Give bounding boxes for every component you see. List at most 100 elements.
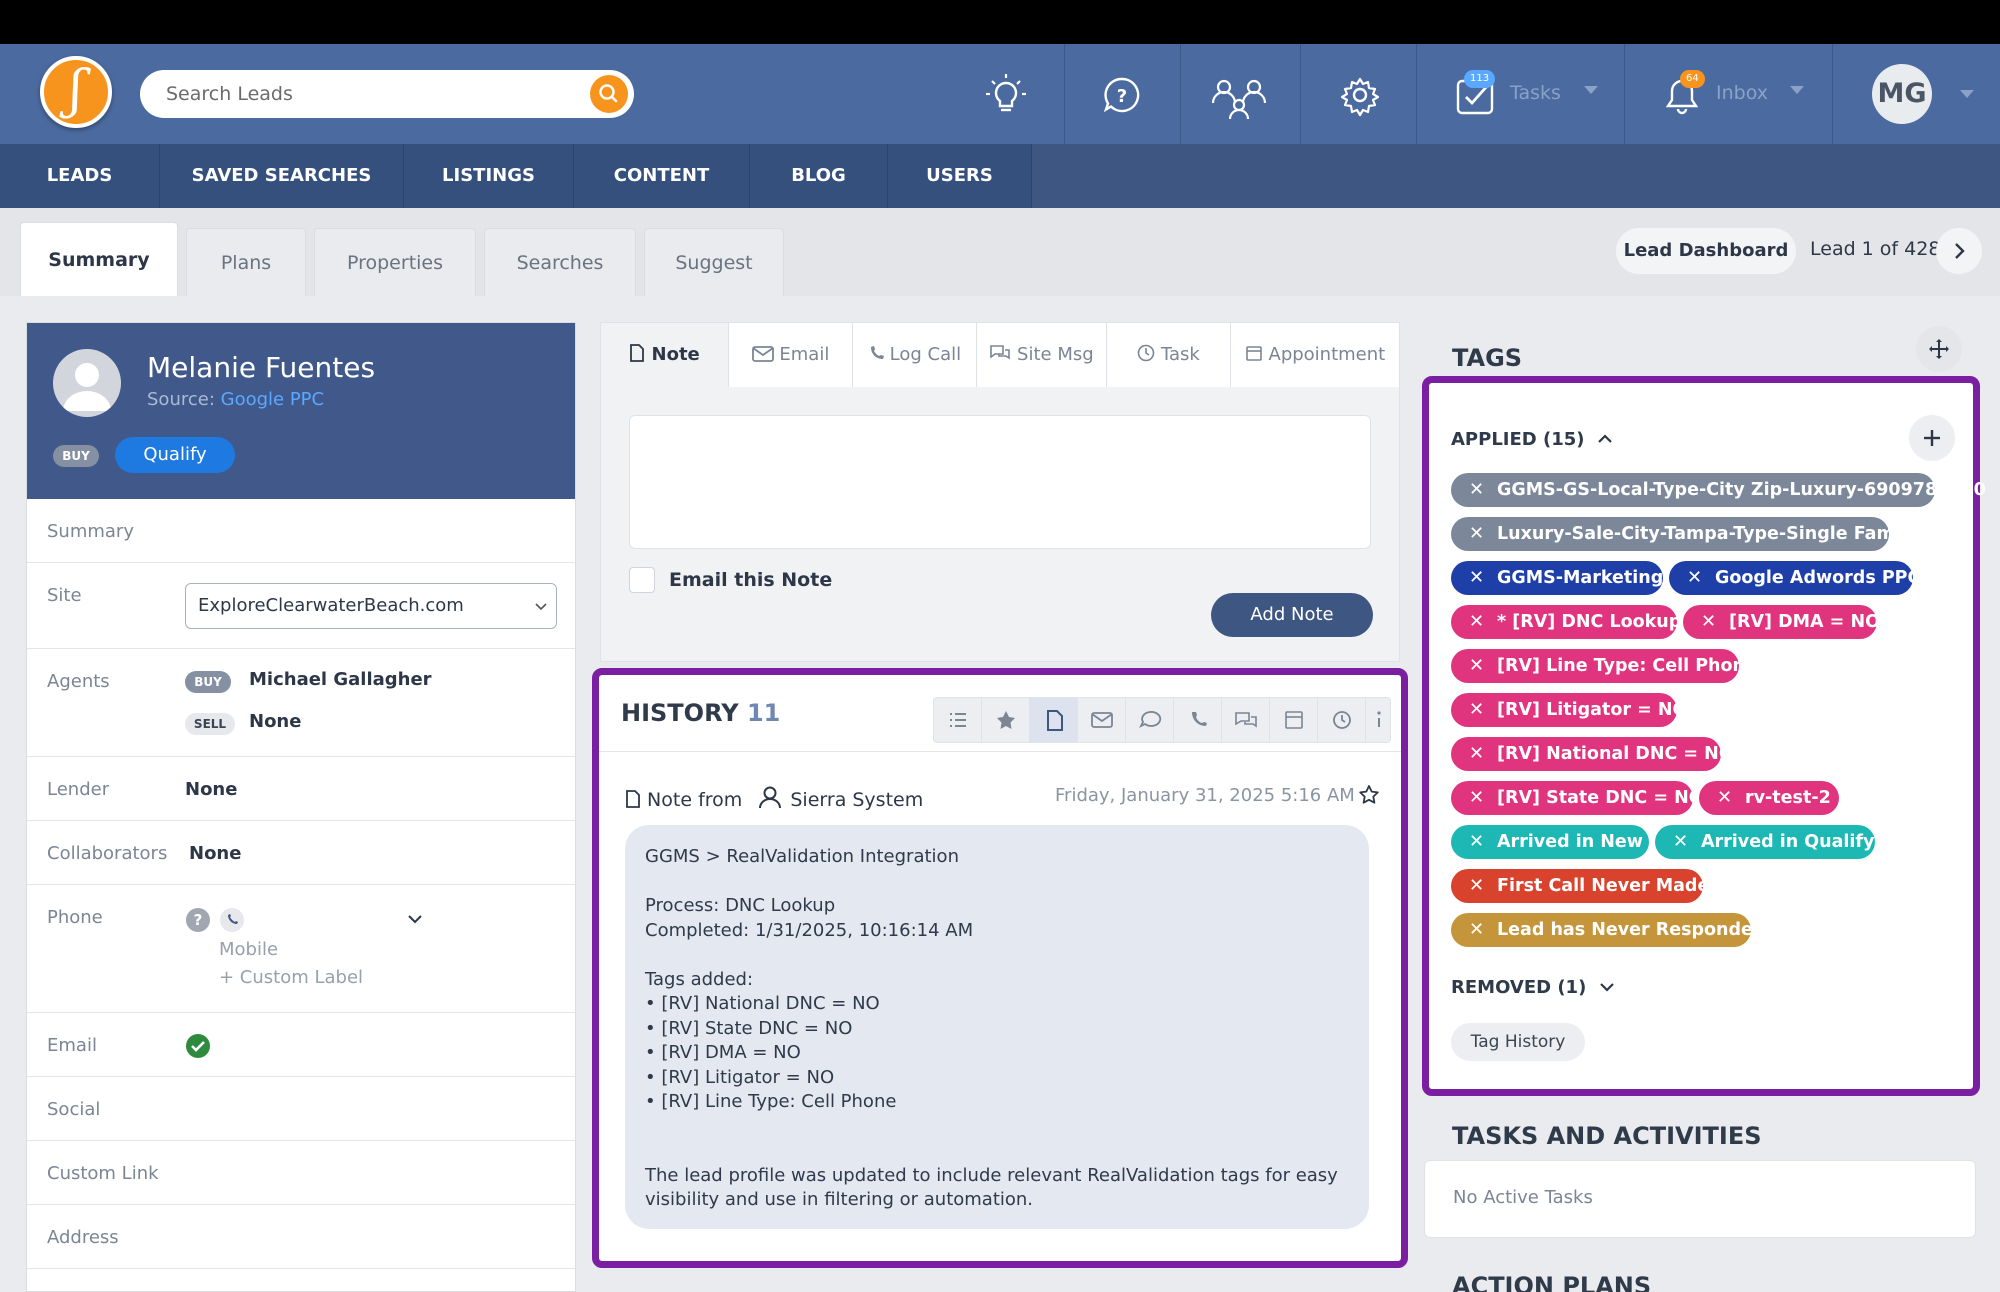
tab-note-label: Note [651,344,700,365]
tag-chip[interactable]: ✕ GGMS-GS-Local-Type-City Zip-Luxury-6909… [1451,473,1986,507]
lead-source: Source: Google PPC [147,389,325,410]
tab-properties[interactable]: Properties [314,228,476,296]
custom-label-link[interactable]: + Custom Label [219,967,363,988]
tag-chip[interactable]: ✕ [RV] State DNC = NO [1451,781,1704,815]
email-note-checkbox[interactable] [629,567,655,593]
tab-appointment[interactable]: Appointment [1231,323,1399,387]
lead-source-link[interactable]: Google PPC [221,389,324,410]
tab-searches[interactable]: Searches [484,228,636,296]
email-filter-icon[interactable] [1078,698,1126,742]
tag-chip[interactable]: ✕ Arrived in Qualify [1655,825,1875,859]
tag-chip[interactable]: ✕ rv-test-2 [1699,781,1839,815]
nav-users[interactable]: USERS [888,144,1032,208]
next-lead-button[interactable] [1936,228,1982,274]
remove-tag-icon[interactable]: ✕ [1469,913,1484,947]
tab-task[interactable]: Task [1107,323,1231,387]
nav-leads[interactable]: LEADS [0,144,160,208]
remove-tag-icon[interactable]: ✕ [1469,649,1484,683]
add-tag-button[interactable] [1909,415,1955,461]
lender-value[interactable]: None [185,779,237,800]
team-icon[interactable] [1208,69,1272,121]
remove-tag-icon[interactable]: ✕ [1701,605,1716,639]
nav-listings[interactable]: LISTINGS [404,144,574,208]
note-textarea[interactable] [629,415,1371,549]
removed-toggle[interactable]: REMOVED (1) [1451,977,1615,998]
tag-chip[interactable]: ✕ [RV] National DNC = NO [1451,737,1734,771]
tag-chip[interactable]: ✕ GGMS-Marketing [1451,561,1663,595]
tag-chip[interactable]: ✕ Google Adwords PPC [1669,561,1920,595]
remove-tag-icon[interactable]: ✕ [1469,825,1484,859]
info-icon[interactable] [1366,698,1392,742]
tag-chip[interactable]: ✕ * [RV] DNC Lookup [1451,605,1681,639]
tab-summary[interactable]: Summary [20,222,178,296]
nav-content[interactable]: CONTENT [574,144,750,208]
tab-suggest[interactable]: Suggest [644,228,784,296]
tag-chip[interactable]: ✕ [RV] Line Type: Cell Phone [1451,649,1757,683]
phone-icon[interactable] [219,907,245,933]
tag-chip[interactable]: ✕ Luxury-Sale-City-Tampa-Type-Single Fami… [1451,517,1918,551]
add-note-button[interactable]: Add Note [1211,593,1373,637]
settings-icon[interactable] [1334,69,1386,121]
remove-tag-icon[interactable]: ✕ [1469,517,1484,551]
lead-dashboard-button[interactable]: Lead Dashboard [1616,228,1796,274]
note-filter-icon[interactable] [1030,698,1078,742]
note-author[interactable]: Sierra System [790,789,923,811]
tab-site-msg[interactable]: Site Msg [977,323,1107,387]
tab-note[interactable]: Note [601,323,729,387]
remove-tag-icon[interactable]: ✕ [1469,473,1484,507]
calendar-filter-icon[interactable] [1270,698,1318,742]
call-filter-icon[interactable] [1174,698,1222,742]
comment-filter-icon[interactable] [1126,698,1174,742]
tab-email[interactable]: Email [729,323,853,387]
tag-chip[interactable]: ✕ [RV] Litigator = NO [1451,693,1687,727]
tag-chip[interactable]: ✕ First Call Never Made [1451,869,1709,903]
collaborators-value[interactable]: None [189,843,241,864]
tab-log-call[interactable]: Log Call [853,323,977,387]
clock-filter-icon[interactable] [1318,698,1366,742]
chevron-down-icon[interactable] [1960,90,1974,98]
remove-tag-icon[interactable]: ✕ [1469,561,1484,595]
remove-tag-icon[interactable]: ✕ [1717,781,1732,815]
agents-label: Agents [47,671,110,692]
remove-tag-icon[interactable]: ✕ [1673,825,1688,859]
nav-blog[interactable]: BLOG [750,144,888,208]
remove-tag-icon[interactable]: ✕ [1469,605,1484,639]
inbox-label[interactable]: Inbox [1716,82,1768,104]
search-button[interactable] [590,75,628,113]
lead-tabs-bar: Summary Plans Properties Searches Sugges… [0,208,2000,296]
tab-plans[interactable]: Plans [186,228,306,296]
tag-chip[interactable]: ✕ [RV] DMA = NO [1683,605,1880,639]
chevron-down-icon[interactable] [407,913,423,927]
star-icon[interactable] [1357,783,1381,807]
tag-chip[interactable]: ✕ Lead has Never Responded [1451,913,1765,947]
site-select[interactable]: ExploreClearwaterBeach.com [185,583,557,629]
list-icon[interactable] [934,698,982,742]
site-row: Site ExploreClearwaterBeach.com [27,563,575,649]
tasks-label[interactable]: Tasks [1510,82,1561,104]
remove-tag-icon[interactable]: ✕ [1469,737,1484,771]
remove-tag-icon[interactable]: ✕ [1469,693,1484,727]
chevron-down-icon[interactable] [1584,86,1598,94]
chat-filter-icon[interactable] [1222,698,1270,742]
help-icon[interactable]: ? [1096,69,1148,121]
remove-tag-icon[interactable]: ✕ [1469,869,1484,903]
star-filter-icon[interactable] [982,698,1030,742]
applied-toggle[interactable]: APPLIED (15) [1451,429,1613,450]
question-icon[interactable]: ? [185,907,211,933]
sell-agent-name[interactable]: None [249,711,301,732]
chevron-down-icon[interactable] [1790,86,1804,94]
remove-tag-icon[interactable]: ✕ [1469,781,1484,815]
buy-agent-name[interactable]: Michael Gallagher [249,669,432,690]
user-avatar[interactable]: MG [1872,64,1932,124]
lead-position: Lead 1 of 428 [1810,238,1941,260]
qualify-button[interactable]: Qualify [115,437,235,473]
tag-chip[interactable]: ✕ Arrived in New [1451,825,1649,859]
remove-tag-icon[interactable]: ✕ [1687,561,1702,595]
nav-saved-searches[interactable]: SAVED SEARCHES [160,144,404,208]
logo[interactable]: ʃ [40,56,112,128]
move-handle-button[interactable] [1916,326,1962,372]
tag-history-button[interactable]: Tag History [1451,1023,1585,1061]
lightbulb-icon[interactable] [980,69,1032,121]
search-input[interactable] [166,80,566,108]
tasks-title: TASKS AND ACTIVITIES [1452,1122,1762,1150]
